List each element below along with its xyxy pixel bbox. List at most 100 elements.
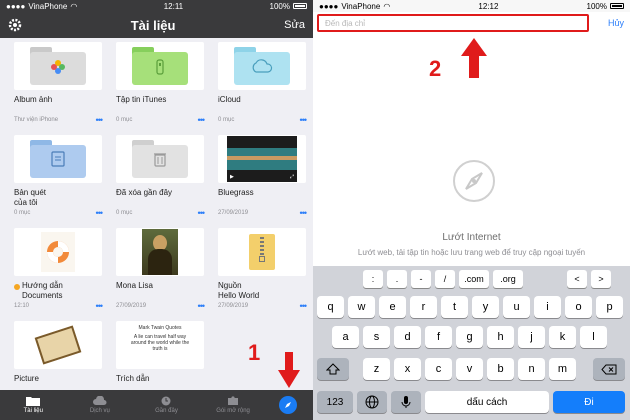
key-w[interactable]: w (348, 296, 375, 318)
key-z[interactable]: z (363, 358, 390, 380)
key-k[interactable]: k (549, 326, 576, 348)
key-u[interactable]: u (503, 296, 530, 318)
nav-bar: Tài liệu Sửa (0, 12, 313, 38)
address-input[interactable]: Đến địa chỉ (317, 14, 589, 32)
microphone-icon (401, 396, 411, 408)
shortcut-key[interactable]: : (363, 270, 383, 288)
more-icon[interactable]: ••• (198, 302, 206, 311)
shortcut-key[interactable]: .com (459, 270, 489, 288)
key-e[interactable]: e (379, 296, 406, 318)
more-icon[interactable]: ••• (300, 209, 308, 218)
mic-key[interactable] (391, 391, 421, 413)
tab-recent[interactable]: Gần đây (141, 396, 191, 414)
space-key[interactable]: dấu cách (425, 391, 549, 413)
key-r[interactable]: r (410, 296, 437, 318)
more-icon[interactable]: ••• (96, 209, 104, 218)
backspace-key[interactable] (593, 358, 625, 380)
numbers-key[interactable]: 123 (317, 391, 353, 413)
annotation-arrow-up-icon (461, 38, 487, 78)
annotation-label-2: 2 (429, 56, 442, 81)
browser-screen: ●●●● VinaPhone ◠ 12:12 100% Đến địa chỉ … (313, 0, 630, 420)
key-i[interactable]: i (534, 296, 561, 318)
key-d[interactable]: d (394, 326, 421, 348)
more-icon[interactable]: ••• (300, 116, 308, 125)
photos-folder-icon (14, 42, 102, 90)
key-m[interactable]: m (549, 358, 576, 380)
key-f[interactable]: f (425, 326, 452, 348)
key-s[interactable]: s (363, 326, 390, 348)
file-item[interactable]: Tập tin iTunes 0 mục ••• (116, 42, 206, 135)
mona-lisa-thumbnail (116, 228, 204, 276)
more-icon[interactable]: ••• (96, 116, 104, 125)
carrier-label: VinaPhone (341, 1, 381, 11)
page-title: Tài liệu (130, 17, 176, 33)
key-j[interactable]: j (518, 326, 545, 348)
browse-description: Lướt web, tải tập tin hoặc lưu trang web… (357, 248, 586, 257)
clock-icon (161, 396, 171, 406)
signal-icon: ●●●● (6, 1, 26, 11)
tab-documents[interactable]: Tài liệu (8, 396, 58, 414)
file-meta: 0 mục (116, 210, 133, 216)
key-a[interactable]: a (332, 326, 359, 348)
key-l[interactable]: l (580, 326, 607, 348)
file-name: Hướng dẫn Documents (22, 281, 63, 300)
file-item[interactable]: ▶ ⤢ Bluegrass 27/09/2019 ••• (218, 135, 308, 228)
edit-button[interactable]: Sửa (284, 19, 305, 31)
key-y[interactable]: y (472, 296, 499, 318)
compass-icon (285, 402, 291, 408)
key-o[interactable]: o (565, 296, 592, 318)
key-c[interactable]: c (425, 358, 452, 380)
shortcut-key[interactable]: .org (493, 270, 523, 288)
shift-key[interactable] (317, 358, 349, 380)
key-q[interactable]: q (317, 296, 344, 318)
zip-file-icon (218, 228, 306, 276)
backspace-icon (601, 364, 617, 374)
tab-bar: Tài liệu Dịch vụ Gần đây Gói mở rộng (0, 390, 313, 420)
browse-title: Lướt Internet (442, 232, 501, 243)
file-meta: 27/09/2019 (218, 303, 249, 309)
file-item[interactable]: Album ảnh Thư viện iPhone ••• (14, 42, 104, 135)
shortcut-key[interactable]: / (435, 270, 455, 288)
next-key[interactable]: > (591, 270, 611, 288)
more-icon[interactable]: ••• (96, 302, 104, 311)
key-v[interactable]: v (456, 358, 483, 380)
file-item[interactable]: Mona Lisa 27/09/2019 ••• (116, 228, 206, 321)
key-n[interactable]: n (518, 358, 545, 380)
key-g[interactable]: g (456, 326, 483, 348)
browser-button[interactable] (279, 396, 297, 414)
file-item[interactable]: Hướng dẫn Documents 12:10 ••• (14, 228, 104, 321)
previous-key[interactable]: < (567, 270, 587, 288)
key-t[interactable]: t (441, 296, 468, 318)
status-bar: ●●●● VinaPhone ◠ 12:12 100% (313, 0, 630, 12)
go-key[interactable]: Đi (553, 391, 625, 413)
file-item[interactable]: Đã xóa gần đây 0 mục ••• (116, 135, 206, 228)
tab-services[interactable]: Dịch vụ (75, 396, 125, 414)
video-thumbnail: ▶ ⤢ (218, 135, 306, 183)
tab-extensions[interactable]: Gói mở rộng (208, 396, 258, 414)
key-b[interactable]: b (487, 358, 514, 380)
cancel-button[interactable]: Hủy (608, 18, 624, 28)
shortcut-key[interactable]: - (411, 270, 431, 288)
shortcut-row: : . - / .com .org < > (313, 266, 630, 292)
key-x[interactable]: x (394, 358, 421, 380)
file-meta: Thư viện iPhone (14, 117, 59, 123)
key-p[interactable]: p (596, 296, 623, 318)
more-icon[interactable]: ••• (198, 116, 206, 125)
carrier-label: VinaPhone (28, 1, 68, 11)
more-icon[interactable]: ••• (198, 209, 206, 218)
file-meta: 12:10 (14, 303, 30, 309)
file-item[interactable]: Bản quét của tôi 0 mục ••• (14, 135, 104, 228)
puzzle-icon (228, 396, 239, 405)
scan-folder-icon (14, 135, 102, 183)
file-item[interactable]: iCloud 0 mục ••• (218, 42, 308, 135)
key-h[interactable]: h (487, 326, 514, 348)
shortcut-key[interactable]: . (387, 270, 407, 288)
more-icon[interactable]: ••• (300, 302, 308, 311)
gear-icon[interactable] (8, 18, 22, 32)
lifebuoy-icon (14, 228, 102, 276)
globe-key[interactable] (357, 391, 387, 413)
icloud-folder-icon (218, 42, 306, 90)
battery-icon (293, 3, 307, 9)
file-item[interactable]: Nguồn Hello World 27/09/2019 ••• (218, 228, 308, 321)
file-name: Album ảnh (14, 95, 53, 104)
